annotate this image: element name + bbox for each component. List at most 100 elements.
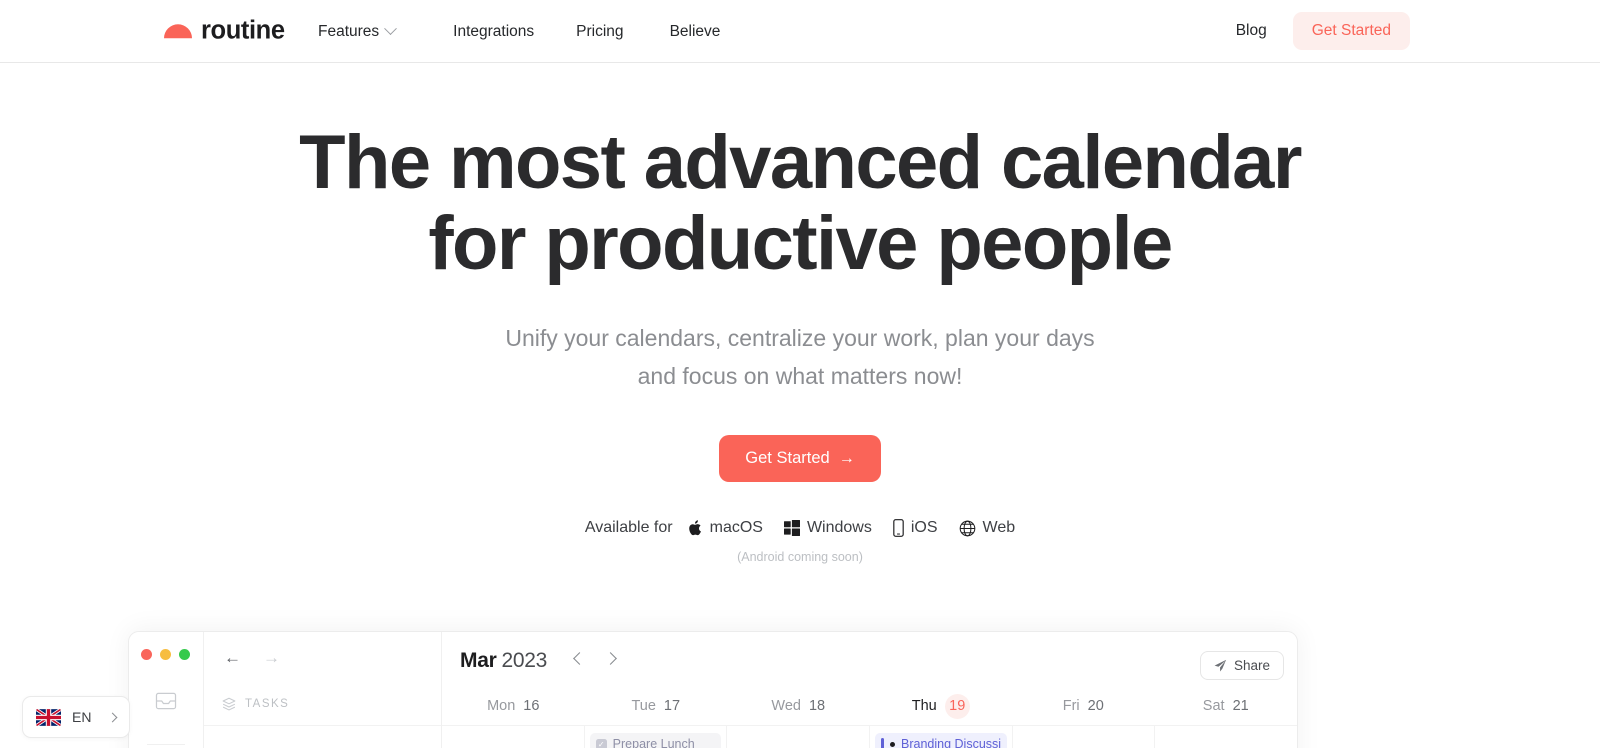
hero-title-line-1: The most advanced calendar: [299, 120, 1302, 205]
windows-icon: [783, 520, 800, 537]
event-accent-bar: [881, 738, 885, 748]
hero-get-started-button[interactable]: Get Started →: [719, 435, 881, 483]
calendar-day-header-mon[interactable]: Mon 16: [442, 687, 585, 725]
day-number: 17: [663, 698, 681, 714]
close-window-button[interactable]: [141, 649, 152, 660]
day-number-today-badge: 19: [944, 693, 970, 719]
day-of-week: Thu: [911, 698, 937, 714]
language-code-label: EN: [72, 709, 92, 725]
nav-item-integrations[interactable]: Integrations: [453, 23, 534, 41]
day-of-week: Tue: [631, 698, 656, 714]
calendar-event-title: Branding Discussi: [901, 737, 1002, 748]
landing-page: routine Features Integrations Pricing Be…: [0, 0, 1600, 748]
app-tasks-panel: ← → TASKS: [204, 632, 442, 748]
tasks-label: TASKS: [245, 698, 290, 710]
minimize-window-button[interactable]: [160, 649, 171, 660]
day-number: 21: [1232, 698, 1249, 714]
android-coming-soon-note: (Android coming soon): [737, 550, 863, 565]
page-title: The most advanced calendar for productiv…: [0, 122, 1600, 285]
chevron-down-icon: [384, 22, 398, 36]
calendar-month-year[interactable]: Mar 2023: [460, 649, 547, 673]
calendar-column-wed[interactable]: [727, 726, 871, 748]
platform-macos-label: macOS: [709, 519, 763, 537]
calendar-day-header-fri[interactable]: Fri 20: [1012, 687, 1155, 725]
app-preview-window: ← → TASKS Mar 2023 Share Mon 16 Tue 17 W…: [128, 631, 1298, 748]
calendar-day-header-wed[interactable]: Wed 18: [727, 687, 870, 725]
nav-item-integrations-label: Integrations: [453, 22, 535, 40]
calendar-event-title: Prepare Lunch: [612, 737, 695, 748]
calendar-event-chip[interactable]: ✓ Prepare Lunch: [589, 733, 722, 748]
layers-icon: [222, 697, 236, 711]
top-navbar: routine Features Integrations Pricing Be…: [0, 0, 1600, 63]
calendar-column-tue[interactable]: ✓ Prepare Lunch: [585, 726, 728, 748]
logo-home-link[interactable]: routine: [164, 18, 285, 44]
app-sidebar-rail: [129, 632, 204, 748]
nav-item-features-label: Features: [318, 22, 380, 40]
nav-right-group: Blog Get Started: [1236, 12, 1410, 50]
platform-web: Web: [959, 519, 1015, 537]
platform-ios: iOS: [893, 519, 938, 538]
nav-get-started-button[interactable]: Get Started: [1292, 12, 1410, 50]
apple-icon: [688, 519, 703, 537]
platform-macos: macOS: [688, 519, 763, 537]
calendar-year: 2023: [501, 649, 547, 672]
calendar-nav: [573, 652, 617, 665]
chevron-right-icon[interactable]: [604, 652, 617, 665]
calendar-column-fri[interactable]: [1013, 726, 1156, 748]
arrow-right-icon: →: [838, 449, 855, 467]
arrow-left-icon[interactable]: ←: [224, 649, 241, 666]
chevron-left-icon[interactable]: [573, 652, 586, 665]
nav-item-believe[interactable]: Believe: [670, 23, 721, 41]
calendar-day-header-tue[interactable]: Tue 17: [585, 687, 728, 725]
rail-divider: [147, 744, 185, 745]
hero-subtitle-line-1: Unify your calendars, centralize your wo…: [505, 324, 1095, 351]
nav-item-features[interactable]: Features: [318, 22, 398, 41]
nav-item-pricing-label: Pricing: [576, 22, 624, 40]
calendar-column-sat[interactable]: [1155, 726, 1297, 748]
day-number: 16: [523, 698, 540, 714]
checkbox-icon[interactable]: ✓: [595, 738, 607, 748]
logo-wordmark: routine: [201, 16, 285, 45]
calendar-day-header-sat[interactable]: Sat 21: [1155, 687, 1298, 725]
hero-subtitle-line-2: and focus on what matters now!: [637, 363, 963, 390]
language-switcher[interactable]: EN: [22, 696, 130, 738]
hero-subtitle: Unify your calendars, centralize your wo…: [0, 319, 1600, 396]
chevron-right-icon: [107, 712, 118, 722]
platform-windows-label: Windows: [806, 519, 872, 537]
nav-item-believe-label: Believe: [669, 22, 721, 40]
phone-icon: [893, 519, 904, 538]
share-arrow-icon: [1214, 659, 1227, 672]
calendar-column-thu[interactable]: Branding Discussi: [870, 726, 1013, 748]
calendar-day-header-thu-today[interactable]: Thu 19: [870, 687, 1013, 725]
day-number: 20: [1087, 698, 1104, 714]
calendar-grid: ✓ Prepare Lunch Branding Discussi: [442, 726, 1297, 748]
day-of-week: Mon: [487, 698, 516, 714]
available-for-label: Available for: [584, 519, 673, 537]
calendar-toolbar: Mar 2023 Share: [442, 646, 1297, 690]
routine-semicircle-logo-icon: [164, 24, 192, 38]
window-traffic-lights: [141, 649, 190, 660]
day-number: 18: [808, 698, 826, 714]
platform-availability: Available for macOS Windows iOS Web: [0, 519, 1600, 538]
calendar-month: Mar: [460, 649, 497, 672]
hero-cta-label: Get Started: [745, 449, 830, 468]
calendar-column-mon[interactable]: [442, 726, 585, 748]
event-dot-icon: [890, 741, 896, 747]
inbox-icon[interactable]: [155, 691, 178, 716]
nav-item-blog[interactable]: Blog: [1236, 22, 1267, 40]
app-history-nav: ← →: [224, 649, 280, 666]
day-of-week: Fri: [1062, 698, 1080, 714]
platform-windows: Windows: [783, 519, 872, 537]
day-of-week: Sat: [1202, 698, 1225, 714]
tasks-divider: [204, 725, 441, 726]
calendar-event-chip[interactable]: Branding Discussi: [875, 733, 1007, 748]
app-calendar-panel: Mar 2023 Share Mon 16 Tue 17 Wed 18 Thu …: [442, 632, 1297, 748]
hero-cta-wrapper: Get Started →: [0, 435, 1600, 483]
nav-item-pricing[interactable]: Pricing: [576, 23, 623, 41]
arrow-right-icon[interactable]: →: [263, 649, 280, 666]
share-button[interactable]: Share: [1199, 651, 1284, 680]
uk-flag-icon: [36, 708, 61, 726]
tasks-section-header[interactable]: TASKS: [222, 697, 289, 711]
hero-title-line-2: for productive people: [428, 201, 1173, 287]
maximize-window-button[interactable]: [179, 649, 190, 660]
